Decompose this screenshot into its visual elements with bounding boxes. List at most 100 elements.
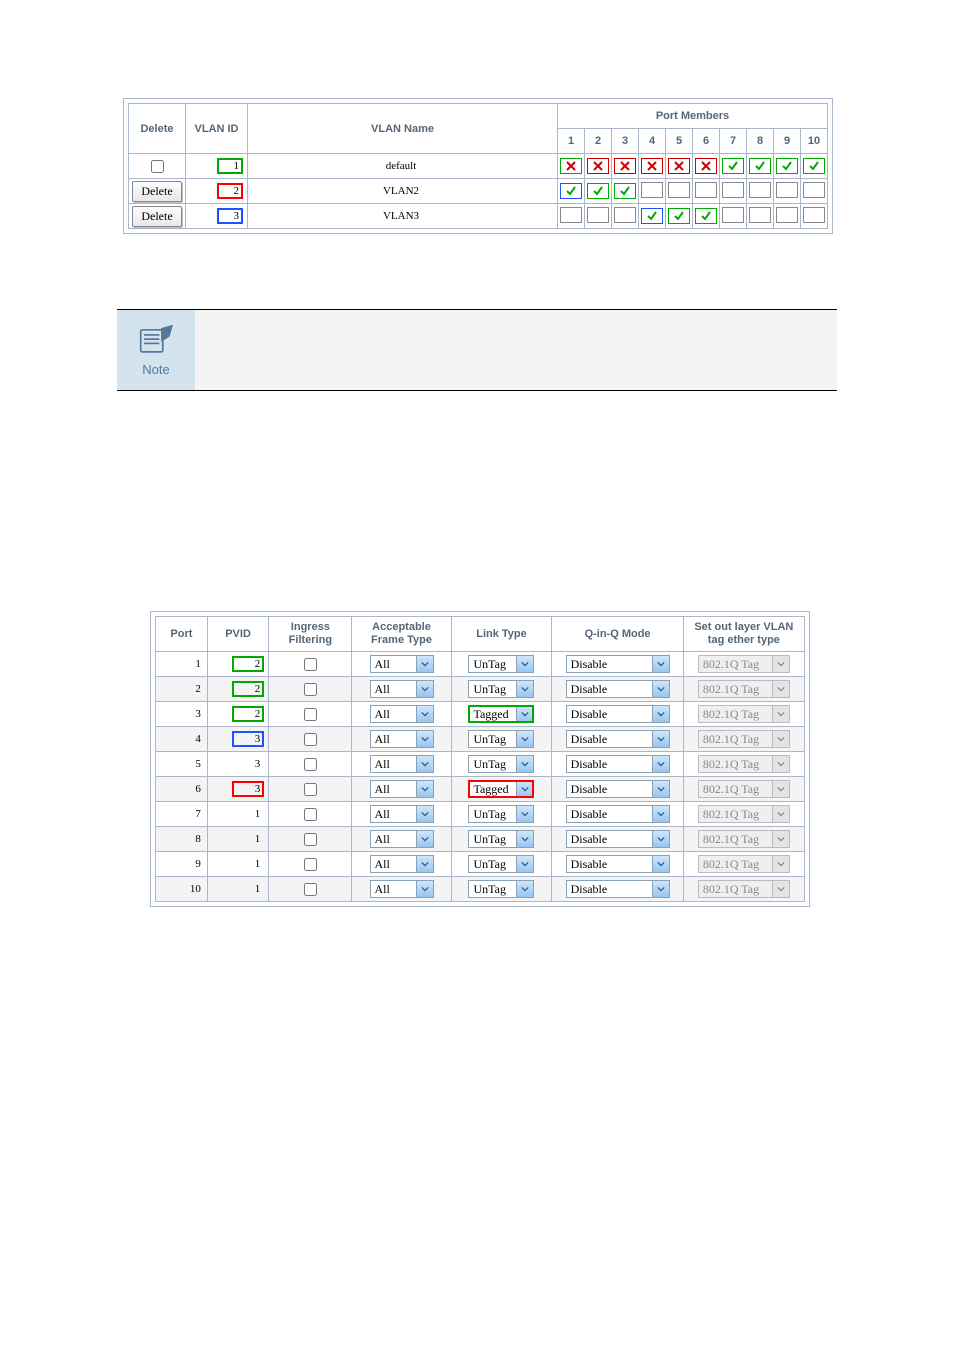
port-member-toggle[interactable] xyxy=(587,183,609,199)
delete-button[interactable]: Delete xyxy=(132,181,181,202)
port-member-toggle[interactable] xyxy=(722,207,744,223)
pvid-input[interactable]: 3 xyxy=(232,731,264,747)
header-pvid: PVID xyxy=(207,617,268,652)
vlan-name-input[interactable]: VLAN2 xyxy=(248,179,558,204)
link-type-select[interactable]: UnTag xyxy=(468,755,534,773)
ingress-filtering-checkbox[interactable] xyxy=(304,758,317,771)
chevron-down-icon xyxy=(652,881,669,897)
port-member-toggle[interactable] xyxy=(749,207,771,223)
delete-checkbox[interactable] xyxy=(151,160,164,173)
port-member-toggle[interactable] xyxy=(641,208,663,224)
ingress-filtering-checkbox[interactable] xyxy=(304,833,317,846)
pvid-input[interactable]: 1 xyxy=(232,881,264,897)
qinq-mode-select[interactable]: Disable xyxy=(566,705,670,723)
link-type-select[interactable]: UnTag xyxy=(468,680,534,698)
vlan-name-input[interactable]: default xyxy=(248,154,558,179)
port-member-toggle[interactable] xyxy=(614,183,636,199)
link-type-select[interactable]: UnTag xyxy=(468,880,534,898)
acceptable-frame-type-select[interactable]: All xyxy=(370,705,434,723)
link-type-select[interactable]: UnTag xyxy=(468,805,534,823)
port-member-toggle[interactable] xyxy=(776,207,798,223)
ingress-filtering-checkbox[interactable] xyxy=(304,783,317,796)
port-member-toggle[interactable] xyxy=(695,182,717,198)
acceptable-frame-type-select[interactable]: All xyxy=(370,680,434,698)
port-member-toggle[interactable] xyxy=(614,207,636,223)
port-member-toggle[interactable] xyxy=(749,182,771,198)
port-member-toggle[interactable] xyxy=(695,208,717,224)
qinq-mode-select-value: Disable xyxy=(567,732,652,747)
link-type-select[interactable]: UnTag xyxy=(468,655,534,673)
port-member-toggle[interactable] xyxy=(560,207,582,223)
qinq-mode-select[interactable]: Disable xyxy=(566,805,670,823)
header-ethertype: Set out layer VLAN tag ether type xyxy=(683,617,804,652)
port-member-toggle[interactable] xyxy=(587,158,609,174)
pvid-input[interactable]: 2 xyxy=(232,656,264,672)
port-member-toggle[interactable] xyxy=(803,182,825,198)
port-member-toggle[interactable] xyxy=(695,158,717,174)
port-member-toggle[interactable] xyxy=(614,158,636,174)
ingress-filtering-checkbox[interactable] xyxy=(304,883,317,896)
header-port-7: 7 xyxy=(720,129,747,154)
pvid-input[interactable]: 3 xyxy=(232,781,264,797)
qinq-mode-select[interactable]: Disable xyxy=(566,880,670,898)
pvid-input[interactable]: 1 xyxy=(232,831,264,847)
vlan-id-input[interactable]: 1 xyxy=(217,158,243,174)
acceptable-frame-type-select[interactable]: All xyxy=(370,755,434,773)
port-member-toggle[interactable] xyxy=(803,158,825,174)
ingress-filtering-checkbox[interactable] xyxy=(304,708,317,721)
vlan-row: Delete 3 VLAN3 xyxy=(129,204,828,229)
port-member-toggle[interactable] xyxy=(803,207,825,223)
acceptable-frame-type-select[interactable]: All xyxy=(370,855,434,873)
pvid-input[interactable]: 1 xyxy=(232,806,264,822)
link-type-select[interactable]: UnTag xyxy=(468,830,534,848)
port-member-toggle[interactable] xyxy=(722,182,744,198)
vlan-id-input[interactable]: 3 xyxy=(217,208,243,224)
qinq-mode-select-value: Disable xyxy=(567,707,652,722)
port-member-toggle[interactable] xyxy=(668,208,690,224)
link-type-select[interactable]: UnTag xyxy=(468,730,534,748)
port-member-toggle[interactable] xyxy=(641,158,663,174)
pvid-input[interactable]: 1 xyxy=(232,856,264,872)
qinq-mode-select[interactable]: Disable xyxy=(566,855,670,873)
ingress-filtering-checkbox[interactable] xyxy=(304,858,317,871)
port-member-toggle[interactable] xyxy=(560,183,582,199)
port-member-toggle[interactable] xyxy=(668,182,690,198)
qinq-mode-select[interactable]: Disable xyxy=(566,655,670,673)
port-member-toggle[interactable] xyxy=(722,158,744,174)
pvid-input[interactable]: 2 xyxy=(232,681,264,697)
acceptable-frame-type-select[interactable]: All xyxy=(370,805,434,823)
header-delete: Delete xyxy=(129,104,186,154)
port-member-toggle[interactable] xyxy=(587,207,609,223)
port-member-toggle[interactable] xyxy=(749,158,771,174)
pvid-input[interactable]: 2 xyxy=(232,706,264,722)
delete-button[interactable]: Delete xyxy=(132,206,181,227)
acceptable-frame-type-select[interactable]: All xyxy=(370,655,434,673)
link-type-select[interactable]: UnTag xyxy=(468,855,534,873)
chevron-down-icon xyxy=(652,856,669,872)
vlan-id-input[interactable]: 2 xyxy=(217,183,243,199)
ingress-filtering-checkbox[interactable] xyxy=(304,683,317,696)
vlan-name-input[interactable]: VLAN3 xyxy=(248,204,558,229)
port-member-toggle[interactable] xyxy=(776,158,798,174)
qinq-mode-select[interactable]: Disable xyxy=(566,730,670,748)
pvid-input[interactable]: 3 xyxy=(232,756,264,772)
ingress-filtering-checkbox[interactable] xyxy=(304,733,317,746)
port-member-toggle[interactable] xyxy=(668,158,690,174)
acceptable-frame-type-select[interactable]: All xyxy=(370,880,434,898)
acceptable-frame-type-select[interactable]: All xyxy=(370,780,434,798)
port-member-toggle[interactable] xyxy=(776,182,798,198)
link-type-select[interactable]: Tagged xyxy=(468,780,534,798)
qinq-mode-select[interactable]: Disable xyxy=(566,680,670,698)
ingress-filtering-checkbox[interactable] xyxy=(304,808,317,821)
ethertype-select: 802.1Q Tag xyxy=(698,680,790,698)
acceptable-frame-type-select[interactable]: All xyxy=(370,830,434,848)
ingress-filtering-checkbox[interactable] xyxy=(304,658,317,671)
qinq-mode-select[interactable]: Disable xyxy=(566,830,670,848)
port-member-toggle[interactable] xyxy=(641,182,663,198)
acceptable-frame-type-select[interactable]: All xyxy=(370,730,434,748)
chevron-down-icon xyxy=(516,781,533,797)
port-member-toggle[interactable] xyxy=(560,158,582,174)
qinq-mode-select[interactable]: Disable xyxy=(566,780,670,798)
qinq-mode-select[interactable]: Disable xyxy=(566,755,670,773)
link-type-select[interactable]: Tagged xyxy=(468,705,534,723)
